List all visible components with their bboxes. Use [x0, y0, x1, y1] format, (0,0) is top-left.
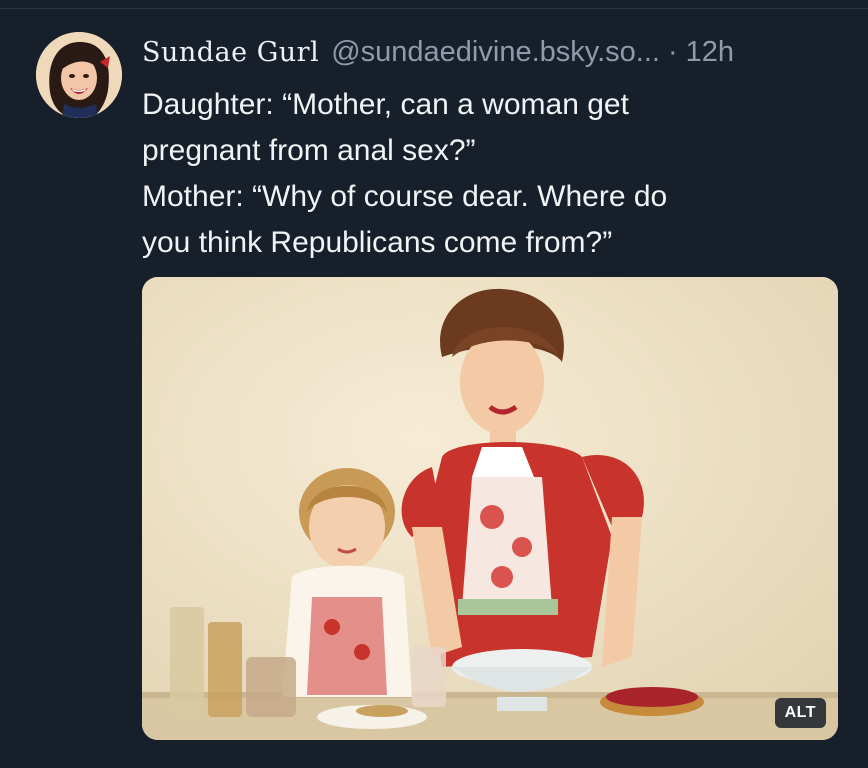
post-text: Daughter: “Mother, can a woman get pregn…	[142, 82, 842, 266]
top-divider	[0, 8, 868, 9]
display-name[interactable]: Sundae Gurl	[142, 37, 319, 68]
post-text-line: pregnant from anal sex?”	[142, 134, 476, 167]
handle[interactable]: @sundaedivine.bsky.so...	[331, 36, 660, 69]
separator: ·	[667, 35, 678, 68]
post-text-line: you think Republicans come from?”	[142, 226, 613, 259]
avatar[interactable]	[36, 32, 122, 118]
post-time[interactable]: 12h	[686, 36, 734, 69]
post-text-line: Daughter: “Mother, can a woman get	[142, 88, 629, 121]
illustration-image	[142, 277, 838, 740]
post-image[interactable]: ALT	[142, 277, 838, 740]
post-header: Sundae Gurl @sundaedivine.bsky.so... · 1…	[142, 34, 734, 70]
alt-text-button[interactable]: ALT	[774, 698, 826, 728]
avatar-photo-icon	[36, 32, 122, 118]
post-text-line: Mother: “Why of course dear. Where do	[142, 180, 668, 213]
